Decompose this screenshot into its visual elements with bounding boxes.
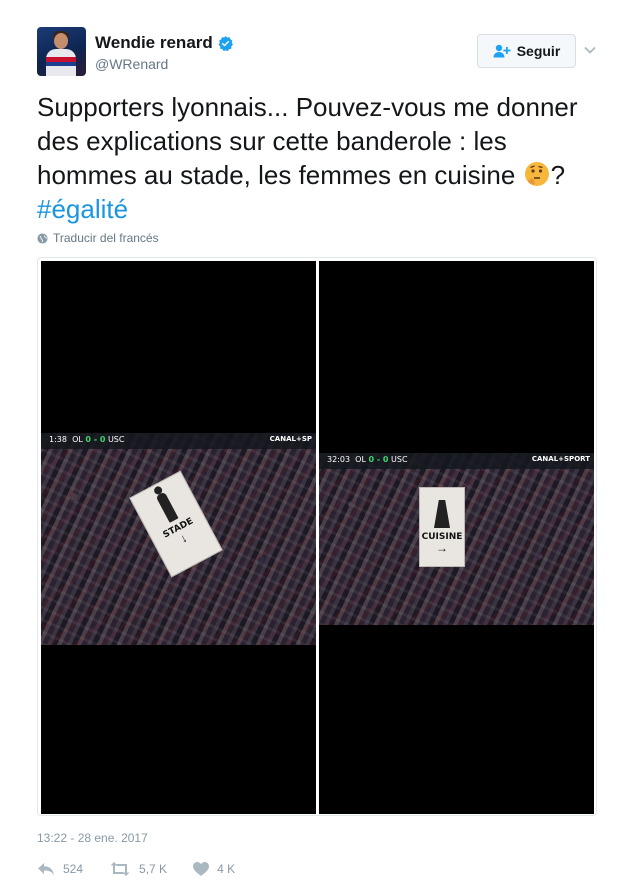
chevron-down-icon[interactable] [583,43,597,57]
action-bar: 524 5,7 K 4 K [37,862,261,876]
translate-link[interactable]: Traducir del francés [37,231,159,245]
follow-button[interactable]: Seguir [477,34,576,68]
retweet-count: 5,7 K [139,862,168,876]
banner-stade: STADE ↓ [129,470,223,578]
follow-user-icon [493,44,511,58]
score: 1:38 OL 0 - 0 USC [49,435,125,444]
globe-icon [37,232,48,244]
crowd-image: 1:38 OL 0 - 0 USC CANAL+SP STADE ↓ [41,433,316,645]
tweet-text: Supporters lyonnais... Pouvez-vous me do… [37,90,597,226]
tweet-header: Wendie renard @WRenard Seguir [37,27,597,79]
heart-icon [193,862,210,876]
follow-button-label: Seguir [516,43,561,59]
photo-stade[interactable]: 1:38 OL 0 - 0 USC CANAL+SP STADE ↓ [41,261,316,814]
thinking-face-icon [523,160,551,188]
retweet-icon [109,862,131,876]
like-count: 4 K [217,862,236,876]
display-name[interactable]: Wendie renard [95,33,213,53]
arrow-right-icon: → [436,541,448,555]
photo-cuisine[interactable]: 32:03 OL 0 - 0 USC CANAL+SPORT CUISINE → [319,261,594,814]
reply-count: 524 [63,862,84,876]
arrow-down-icon: ↓ [177,530,190,546]
tweet-body: Supporters lyonnais... Pouvez-vous me do… [37,92,578,190]
user-handle[interactable]: @WRenard [95,56,168,72]
reply-icon [37,862,55,876]
banner-cuisine: CUISINE → [419,487,465,567]
name-row[interactable]: Wendie renard [95,33,234,53]
channel-logo: CANAL+SP [269,435,312,443]
media-grid: 1:38 OL 0 - 0 USC CANAL+SP STADE ↓ 32:03… [37,257,597,816]
tweet-end: ? [550,160,566,190]
translate-label: Traducir del francés [53,231,159,245]
crowd-image: 32:03 OL 0 - 0 USC CANAL+SPORT CUISINE → [319,453,594,625]
reply-button[interactable]: 524 [37,862,83,876]
avatar[interactable] [37,27,86,76]
score: 32:03 OL 0 - 0 USC [327,455,408,464]
like-button[interactable]: 4 K [193,862,235,876]
retweet-button[interactable]: 5,7 K [109,862,167,876]
verified-badge-icon [217,35,234,52]
tweet-timestamp[interactable]: 13:22 - 28 ene. 2017 [37,831,148,845]
banner-label: STADE [161,516,196,541]
hashtag-link[interactable]: #égalité [37,194,128,224]
channel-logo: CANAL+SPORT [531,455,590,463]
